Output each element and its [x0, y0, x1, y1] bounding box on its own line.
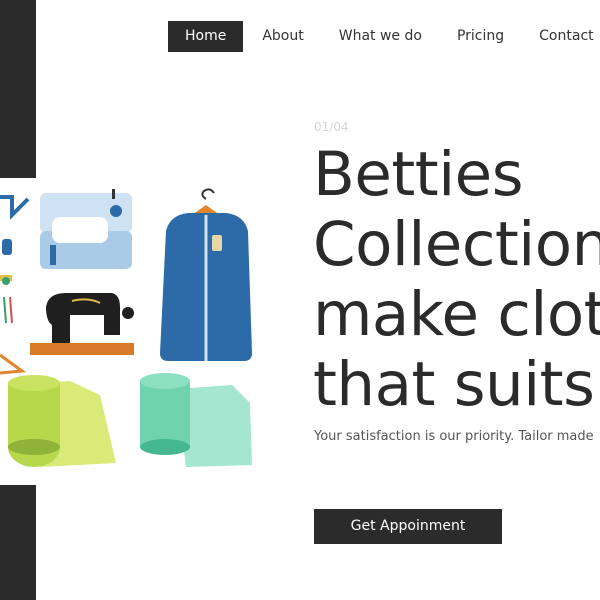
tailoring-illustration	[0, 188, 252, 467]
left-dark-bar-bottom	[0, 485, 36, 600]
hanger-icon	[0, 353, 27, 375]
slide-counter: 01/04	[314, 120, 349, 134]
garment-bag-icon	[160, 188, 252, 361]
nav-home[interactable]: Home	[168, 21, 244, 52]
hero-subtitle: Your satisfaction is our priority. Tailo…	[314, 429, 594, 444]
sewing-machine-icon	[40, 189, 132, 269]
hero-title: Betties Collection make cloth that suits	[313, 140, 600, 420]
thread-spools-icon	[0, 195, 30, 324]
fabric-roll-green-icon	[8, 375, 116, 467]
left-dark-bar-top	[0, 0, 36, 178]
main-nav: Home About What we do Pricing Contact	[168, 21, 594, 52]
nav-what-we-do[interactable]: What we do	[339, 21, 422, 52]
fabric-roll-teal-icon	[140, 373, 252, 467]
nav-about[interactable]: About	[262, 21, 303, 52]
vintage-sewing-machine-icon	[30, 293, 134, 355]
get-appointment-button[interactable]: Get Appoinment	[314, 509, 502, 544]
nav-pricing[interactable]: Pricing	[457, 21, 504, 52]
nav-contact[interactable]: Contact	[539, 21, 593, 52]
